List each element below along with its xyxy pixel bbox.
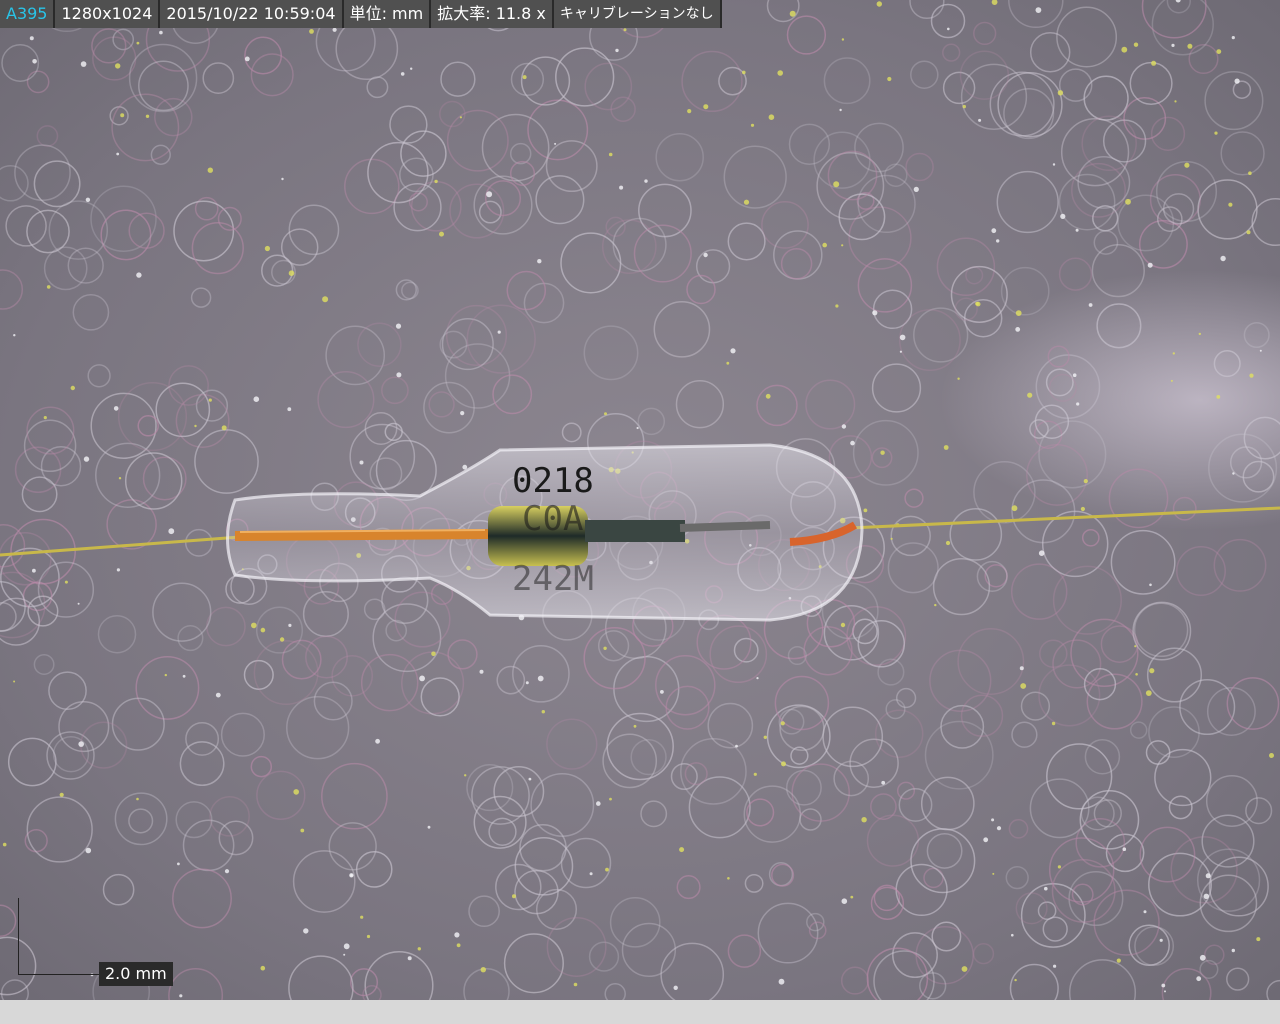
marking-bottom: 242M <box>512 559 594 599</box>
copper-inner-wire <box>234 529 491 541</box>
inner-lead <box>679 521 771 532</box>
scale-bar <box>18 898 101 975</box>
timestamp-readout: 2015/10/22 10:59:04 <box>160 0 344 28</box>
resolution-readout: 1280x1024 <box>55 0 161 28</box>
microscope-view: 0218 C0A 242M A395 1280x1024 2015/10/22 … <box>0 0 1280 1000</box>
marking-mid: C0A <box>522 499 583 539</box>
unit-readout: 単位: mm <box>343 0 432 28</box>
bottom-strip <box>0 1000 1280 1024</box>
image-id: A395 <box>0 0 56 28</box>
left-lead-wire <box>0 535 241 557</box>
calibration-status: キャリブレーションなし <box>553 0 722 28</box>
die-stub <box>585 520 685 542</box>
scale-bar-label: 2.0 mm <box>99 962 173 986</box>
right-lead-wire <box>849 506 1280 530</box>
marking-top: 0218 <box>512 461 594 501</box>
info-status-bar: A395 1280x1024 2015/10/22 10:59:04 単位: m… <box>0 0 722 28</box>
magnification-readout: 拡大率: 11.8 x <box>431 0 554 28</box>
glass-diode-specimen: 0218 C0A 242M <box>0 443 1280 622</box>
